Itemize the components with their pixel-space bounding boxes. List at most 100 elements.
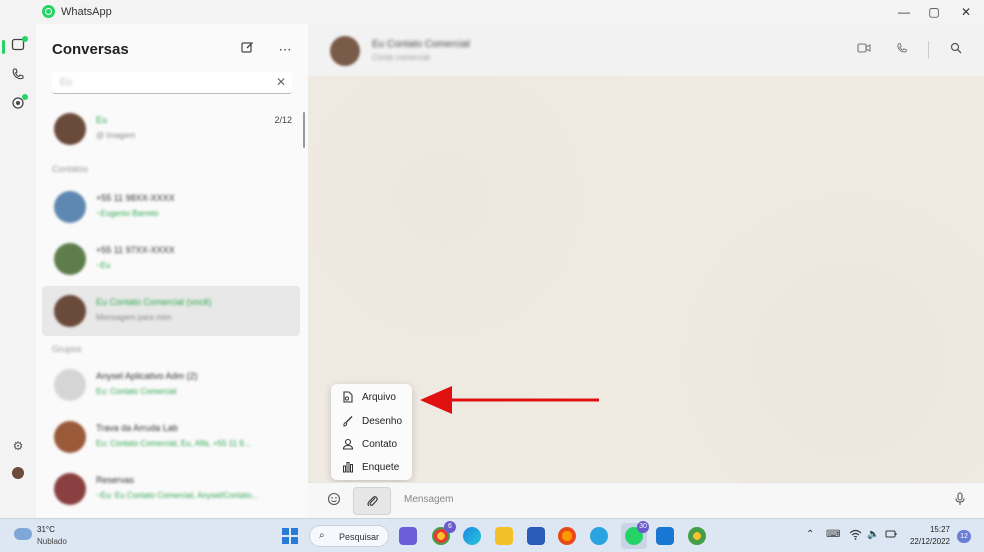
profile-avatar-icon[interactable] [10, 466, 26, 482]
whatsapp-logo-icon [42, 5, 55, 18]
attach-menu: Arquivo Desenho Contato Enquete [331, 384, 412, 480]
taskbar: 31°C Nublado ⌕ Pesquisar 6 30 ⌃ ⌨ 🔈 15:2… [0, 518, 984, 552]
whatsapp-app-icon[interactable]: 30 [625, 521, 649, 545]
chat-preview: Mensagem para mim [96, 313, 172, 322]
chat-item[interactable]: Reservas ~Eu: Eu Contato Comercial, Anys… [42, 464, 300, 514]
whatsapp-badge: 30 [637, 521, 649, 533]
chat-header[interactable]: Eu Contato Comercial Conta comercial [308, 24, 984, 76]
chrome-app-icon[interactable]: 6 [432, 521, 456, 545]
avatar [54, 113, 86, 145]
chat-preview: Eu: Contato Comercial [96, 387, 177, 396]
calls-icon[interactable] [10, 67, 26, 83]
cloud-icon[interactable] [14, 528, 32, 540]
search-input[interactable]: Eu ✕ [52, 72, 292, 94]
chat-preview: @ Imagem [96, 131, 136, 140]
chat-name: Anysel Aplicativo Adm (2) [96, 371, 198, 381]
attach-menu-label: Arquivo [362, 392, 396, 403]
page-title: Conversas [52, 41, 129, 58]
search-icon[interactable] [948, 42, 964, 58]
attach-menu-label: Contato [362, 439, 398, 450]
close-button[interactable]: ✕ [958, 4, 974, 20]
weather-temp[interactable]: 31°C [37, 525, 55, 534]
chat-preview: ~Eugenio Barreto [96, 209, 159, 218]
attach-menu-item-poll[interactable]: Enquete [331, 457, 412, 479]
chat-title: Eu Contato Comercial [372, 39, 470, 50]
section-groups: Grupos [52, 344, 82, 354]
volume-icon[interactable]: 🔈 [867, 529, 879, 540]
chat-name: Trava da Arruda Lab [96, 423, 178, 433]
voice-call-icon[interactable] [894, 42, 910, 58]
clear-search-icon[interactable]: ✕ [276, 75, 286, 89]
minimize-button[interactable]: — [896, 4, 912, 20]
attach-menu-item-drawing[interactable]: Desenho [331, 411, 412, 433]
keyboard-icon[interactable]: ⌨ [826, 529, 840, 540]
windows-start-icon[interactable] [282, 528, 298, 544]
chat-preview: ~Eu [96, 261, 111, 270]
app-title: WhatsApp [61, 6, 112, 18]
chat-item[interactable]: Trava da Arruda Lab Eu: Contato Comercia… [42, 412, 300, 462]
chat-item[interactable]: +55 11 98XX-XXXX ~Eugenio Barreto [42, 182, 300, 232]
word-app-icon[interactable] [527, 527, 545, 545]
annotation-arrow [420, 386, 599, 414]
paperclip-icon [354, 488, 390, 517]
telegram-app-icon[interactable] [590, 527, 608, 545]
chat-name: Eu Contato Comercial (você) [96, 297, 212, 307]
avatar [54, 369, 86, 401]
compose-bar: Mensagem [308, 482, 984, 518]
header-divider [928, 41, 929, 59]
file-explorer-icon[interactable] [495, 527, 513, 545]
trello-app-icon[interactable] [656, 527, 674, 545]
attach-menu-label: Desenho [362, 416, 403, 427]
chat-item[interactable]: +55 11 97XX-XXXX ~Eu [42, 234, 300, 284]
weather-desc[interactable]: Nublado [37, 537, 67, 546]
attach-menu-item-file[interactable]: Arquivo [331, 387, 412, 409]
edge-app-icon[interactable] [463, 527, 481, 545]
new-chat-icon[interactable] [238, 41, 256, 59]
clock-time[interactable]: 15:27 [920, 525, 950, 534]
scrollbar[interactable] [303, 112, 305, 148]
avatar[interactable] [330, 36, 360, 66]
attach-menu-label: Enquete [362, 462, 400, 473]
chat-subtitle: Conta comercial [372, 53, 430, 62]
taskbar-search[interactable]: ⌕ Pesquisar [309, 525, 389, 547]
chat-name: Reservas [96, 475, 135, 485]
chevron-up-icon[interactable]: ⌃ [806, 529, 814, 540]
attach-menu-item-contact[interactable]: Contato [331, 434, 412, 456]
emoji-icon[interactable] [325, 492, 343, 510]
avatar [54, 421, 86, 453]
search-value: Eu [60, 77, 73, 88]
chat-list-panel: Conversas ⋯ Eu ✕ Eu @ Imagem 2/12 Contat… [36, 24, 308, 518]
more-options-icon[interactable]: ⋯ [276, 41, 294, 59]
status-icon[interactable] [10, 94, 28, 112]
wifi-icon[interactable] [849, 529, 862, 543]
settings-icon[interactable]: ⚙ [10, 438, 26, 454]
chat-preview: ~Eu: Eu Contato Comercial, Anysel/Contat… [96, 491, 259, 500]
maximize-button[interactable]: ▢ [926, 4, 942, 20]
chats-icon[interactable] [10, 36, 28, 54]
brush-icon [341, 415, 354, 428]
avatar [54, 295, 86, 327]
chat-name: +55 11 98XX-XXXX [96, 193, 175, 203]
active-indicator [2, 40, 5, 54]
taskbar-search-label: Pesquisar [339, 532, 380, 542]
message-input[interactable]: Mensagem [404, 494, 453, 505]
meet-app-icon[interactable] [399, 527, 417, 545]
person-icon [341, 438, 354, 451]
search-icon: ⌕ [319, 530, 325, 541]
chat-item-selected[interactable]: Eu Contato Comercial (você) Mensagem par… [42, 286, 300, 336]
notifications-badge[interactable]: 12 [957, 530, 971, 543]
chat-item[interactable]: Anysel Aplicativo Adm (2) Eu: Contato Co… [42, 360, 300, 410]
chat-date: 2/12 [274, 115, 292, 125]
battery-icon[interactable] [885, 529, 897, 542]
avatar [54, 191, 86, 223]
avatar [54, 243, 86, 275]
clock-date[interactable]: 22/12/2022 [902, 537, 950, 546]
poll-icon [341, 461, 354, 474]
microphone-icon[interactable] [951, 492, 969, 510]
chat-item[interactable]: Eu @ Imagem 2/12 [42, 104, 300, 154]
chrome-profile-app-icon[interactable] [688, 527, 706, 545]
firefox-app-icon[interactable] [558, 527, 576, 545]
video-call-icon[interactable] [856, 42, 872, 58]
chat-preview: Eu: Contato Comercial, Eu, Alfa, +55 11 … [96, 439, 251, 448]
attach-button[interactable] [353, 487, 391, 515]
